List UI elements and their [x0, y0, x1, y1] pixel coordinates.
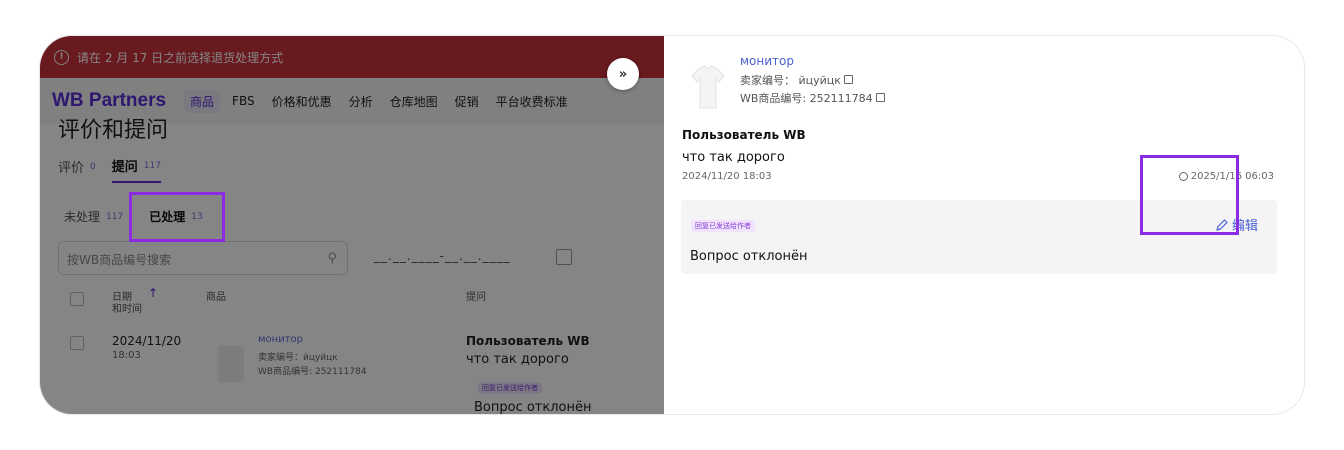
question-text: что так дорого [682, 150, 785, 165]
reviews-page: ! 请在 2 月 17 日之前选择退货处理方式 WB Partners 商品 F… [40, 36, 664, 414]
copy-icon[interactable] [843, 75, 853, 84]
seller-code: 卖家编号： йцуйцк [740, 72, 853, 88]
tshirt-thumbnail [691, 65, 725, 109]
collapse-drawer-button[interactable]: » [607, 58, 639, 90]
wb-code: WB商品编号: 252111784 [740, 90, 885, 106]
highlight-edit-button [1140, 155, 1239, 235]
screen-frame: ! 请在 2 月 17 日之前选择退货处理方式 WB Partners 商品 F… [40, 36, 1304, 414]
double-chevron-right-icon: » [618, 66, 628, 82]
wb-code-text: WB商品编号: 252111784 [740, 92, 873, 105]
highlight-processed-filter [129, 192, 225, 242]
question-author: Пользователь WB [682, 128, 806, 142]
question-date: 2024/11/20 18:03 [682, 171, 772, 182]
answer-status-badge: 回复已发送给作者 [691, 220, 755, 232]
seller-code-text: 卖家编号： йцуйцк [740, 74, 841, 87]
product-name-link[interactable]: монитор [740, 54, 794, 68]
copy-icon[interactable] [875, 93, 885, 102]
answer-text: Вопрос отклонён [690, 249, 808, 264]
